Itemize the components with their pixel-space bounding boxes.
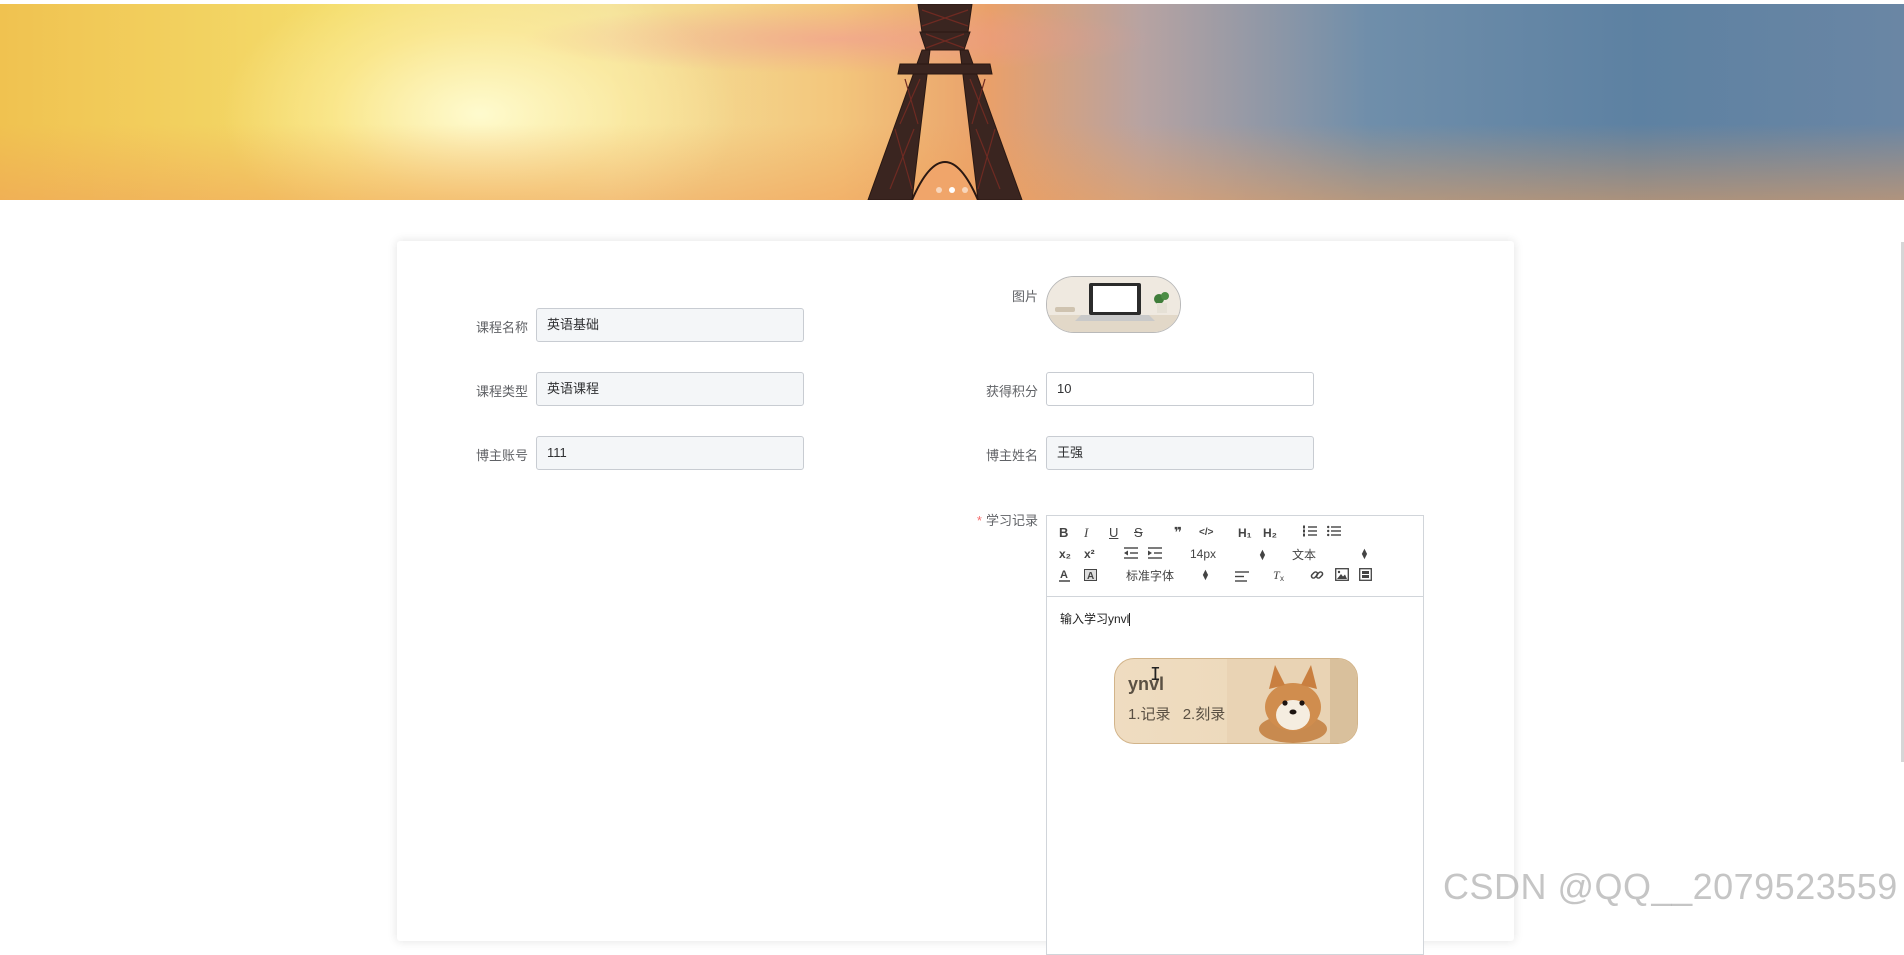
subscript-button[interactable]: x₂ <box>1059 546 1071 562</box>
header-type-arrow-down-icon: ▼ <box>1360 551 1369 561</box>
quote-button[interactable]: ❞ <box>1174 524 1182 540</box>
font-size-select[interactable]: 14px ▲ ▼ <box>1190 547 1270 562</box>
study-record-label-text: 学习记录 <box>985 513 1038 528</box>
bullet-list-button[interactable] <box>1327 524 1341 542</box>
font-size-value: 14px <box>1190 547 1217 561</box>
blogger-name-label: 博主姓名 <box>985 448 1038 463</box>
font-color-button[interactable]: A <box>1059 568 1071 586</box>
points-label: 获得积分 <box>985 384 1038 399</box>
bullet-list-icon <box>1327 525 1341 537</box>
carousel-dot-2[interactable] <box>949 187 955 193</box>
blogger-name-input[interactable]: 王强 <box>1046 436 1314 470</box>
indent-button[interactable] <box>1148 547 1162 563</box>
image-button[interactable] <box>1335 568 1349 585</box>
text-cursor-icon: I <box>1150 664 1161 685</box>
course-name-label: 课程名称 <box>475 320 528 335</box>
italic-button[interactable]: I <box>1084 525 1088 541</box>
required-mark: * <box>976 513 982 528</box>
superscript-button[interactable]: x² <box>1084 546 1095 562</box>
outdent-button[interactable] <box>1124 547 1138 563</box>
align-left-icon <box>1235 571 1249 582</box>
detail-form-card: 课程名称 英语基础 课程类型 英语课程 博主账号 111 图片 获得积分 10 … <box>397 241 1514 955</box>
ordered-list-icon <box>1303 525 1317 537</box>
editor-content[interactable]: 输入学习ynvl <box>1060 610 1131 627</box>
banner-carousel <box>0 4 1904 200</box>
link-button[interactable] <box>1310 568 1324 586</box>
ime-candidate-1[interactable]: 1.记录 <box>1128 706 1171 723</box>
ordered-list-button[interactable] <box>1303 524 1317 542</box>
video-icon <box>1359 568 1372 581</box>
strike-button[interactable]: S <box>1134 525 1143 541</box>
carousel-dot-3[interactable] <box>962 187 968 193</box>
banner-cloud <box>520 4 1160 74</box>
eiffel-tower-image <box>867 4 1023 200</box>
editor-toolbar: B I U S ❞ </> H₁ H₂ x₂ x² 14px ▲ ▼ 文本 ▲ … <box>1047 516 1423 597</box>
svg-text:x: x <box>1280 574 1284 582</box>
editor-text: 输入学习ynvl <box>1060 612 1130 626</box>
font-family-select[interactable]: 标准字体 ▲ ▼ <box>1126 567 1216 584</box>
svg-text:A: A <box>1060 569 1068 581</box>
ime-candidate-2[interactable]: 2.刻录 <box>1183 706 1226 723</box>
course-image-thumbnail[interactable] <box>1046 276 1181 333</box>
font-color-icon: A <box>1059 569 1070 582</box>
image-icon <box>1335 568 1349 581</box>
align-button[interactable] <box>1235 570 1249 586</box>
study-record-label: * 学习记录 <box>938 510 1038 529</box>
svg-text:A: A <box>1087 571 1094 582</box>
font-family-value: 标准字体 <box>1126 569 1175 583</box>
code-block-button[interactable]: </> <box>1199 525 1213 541</box>
h2-button[interactable]: H₂ <box>1263 525 1277 541</box>
clear-format-icon: Tx <box>1273 568 1284 583</box>
course-type-label: 课程类型 <box>475 384 528 399</box>
bold-button[interactable]: B <box>1059 525 1068 541</box>
carousel-dot-1[interactable] <box>936 187 942 193</box>
video-button[interactable] <box>1359 568 1372 585</box>
underline-button[interactable]: U <box>1109 525 1118 541</box>
link-icon <box>1310 571 1324 579</box>
course-name-input[interactable]: 英语基础 <box>536 308 804 342</box>
blogger-account-input[interactable]: 111 <box>536 436 804 470</box>
header-type-select[interactable]: 文本 ▲ ▼ <box>1292 546 1372 563</box>
font-size-arrow-down-icon: ▼ <box>1258 552 1267 562</box>
outdent-icon <box>1124 547 1138 559</box>
carousel-indicators <box>936 187 968 193</box>
text-caret <box>1129 613 1131 627</box>
blogger-account-label: 博主账号 <box>475 448 528 463</box>
h1-button[interactable]: H₁ <box>1238 525 1252 541</box>
background-color-icon: A <box>1084 569 1097 582</box>
clear-format-button[interactable]: Tx <box>1272 568 1286 586</box>
course-type-input[interactable]: 英语课程 <box>536 372 804 406</box>
points-input[interactable]: 10 <box>1046 372 1314 406</box>
ime-candidate-list: 1.记录 2.刻录 <box>1128 703 1233 724</box>
header-type-value: 文本 <box>1292 548 1317 562</box>
watermark-text: CSDN @QQ__2079523559 <box>1443 866 1898 907</box>
indent-icon <box>1148 547 1162 559</box>
font-family-arrow-down-icon: ▼ <box>1201 572 1210 582</box>
background-color-button[interactable]: A <box>1084 568 1097 586</box>
image-label: 图片 <box>1011 289 1038 304</box>
laptop-photo-image <box>1047 277 1180 332</box>
